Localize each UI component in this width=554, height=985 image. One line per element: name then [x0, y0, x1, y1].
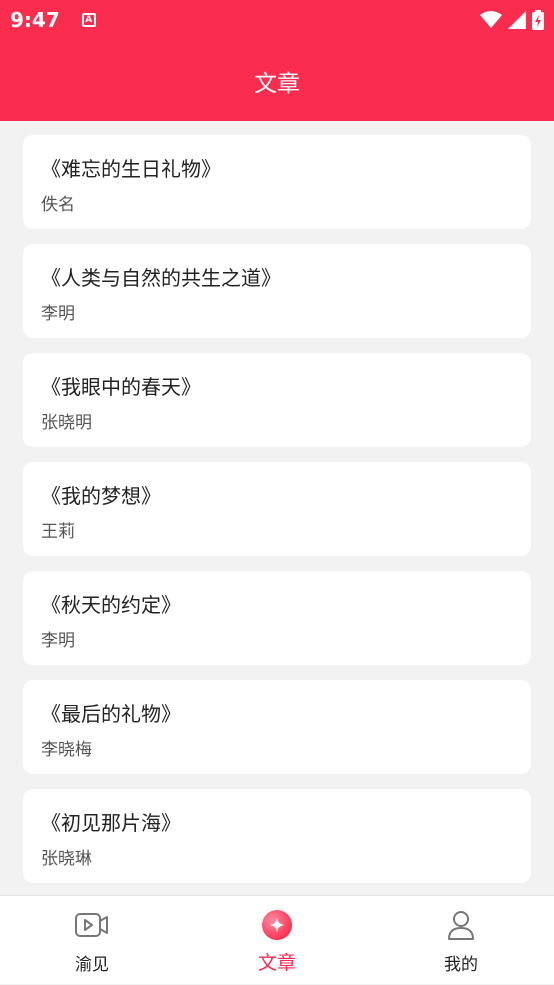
- article-author: 李明: [41, 631, 75, 651]
- battery-icon: [532, 10, 544, 30]
- article-title: 《最后的礼物》: [41, 702, 181, 726]
- article-list[interactable]: 《难忘的生日礼物》 佚名 《人类与自然的共生之道》 李明 《我眼中的春天》 张晓…: [0, 121, 554, 895]
- article-card[interactable]: 《人类与自然的共生之道》 李明: [23, 244, 531, 338]
- video-icon: [75, 913, 108, 937]
- user-icon: [448, 911, 474, 940]
- article-card[interactable]: 《难忘的生日礼物》 佚名: [23, 135, 531, 229]
- page-title: 文章: [254, 70, 300, 97]
- tab-label: 文章: [257, 952, 296, 974]
- tab-articles[interactable]: 文章: [207, 896, 347, 985]
- article-title: 《我的梦想》: [41, 484, 161, 508]
- article-card[interactable]: 《初见那片海》 张晓琳: [23, 789, 531, 883]
- article-author: 张晓明: [41, 413, 92, 433]
- article-card[interactable]: 《秋天的约定》 李明: [23, 571, 531, 665]
- article-card[interactable]: 《最后的礼物》 李晓梅: [23, 680, 531, 774]
- article-author: 佚名: [41, 195, 75, 215]
- tab-yujian[interactable]: 渝见: [22, 896, 162, 985]
- article-card[interactable]: 《我眼中的春天》 张晓明: [23, 353, 531, 447]
- signal-icon: [508, 11, 526, 29]
- sparkle-icon: [262, 910, 292, 940]
- article-card[interactable]: 《我的梦想》 王莉: [23, 462, 531, 556]
- article-title: 《难忘的生日礼物》: [41, 157, 221, 181]
- bottom-tab-bar: 渝见 文章 我的: [0, 895, 554, 984]
- article-title: 《我眼中的春天》: [41, 375, 201, 399]
- notification-icon: A: [81, 13, 96, 27]
- article-title: 《人类与自然的共生之道》: [41, 266, 281, 290]
- tab-label: 渝见: [75, 955, 109, 975]
- article-author: 李晓梅: [41, 740, 92, 760]
- article-author: 王莉: [41, 522, 75, 542]
- article-author: 李明: [41, 304, 75, 324]
- article-title: 《秋天的约定》: [41, 593, 181, 617]
- article-title: 《初见那片海》: [41, 811, 181, 835]
- tab-label: 我的: [444, 955, 478, 975]
- wifi-icon: [480, 11, 502, 28]
- status-bar: 9:47 A: [0, 0, 554, 40]
- app-header: 文章: [0, 40, 554, 121]
- article-author: 张晓琳: [41, 849, 92, 869]
- tab-mine[interactable]: 我的: [391, 896, 531, 985]
- status-time: 9:47: [10, 8, 60, 32]
